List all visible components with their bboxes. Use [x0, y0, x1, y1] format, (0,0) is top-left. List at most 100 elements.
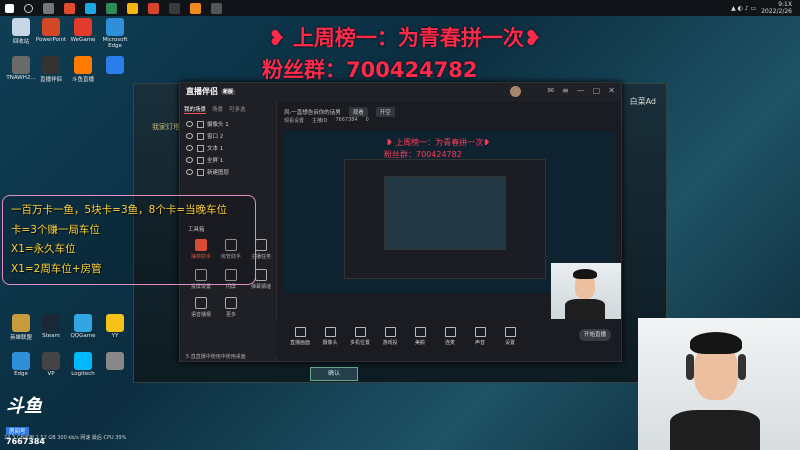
bottom-tool[interactable]: 美颜: [408, 327, 432, 346]
view-pill[interactable]: 观看: [348, 107, 368, 117]
tab-multi[interactable]: 可多选: [229, 105, 246, 114]
tray-icons-icon[interactable]: ▲ ◐ ♪ ▭: [731, 5, 756, 12]
bottom-tool-label: 摄像头: [322, 340, 338, 346]
desktop-icon[interactable]: Edge: [4, 352, 38, 377]
menu-icon[interactable]: ≡: [562, 86, 569, 95]
app-icon-5[interactable]: [148, 2, 159, 14]
app-icon-6[interactable]: [169, 2, 180, 14]
annotation-line-2: 卡=3个赚一局车位: [11, 224, 100, 236]
layer-item[interactable]: 全屏 1: [180, 154, 276, 166]
game-client-title: 我家灯塔: [152, 123, 180, 131]
visibility-icon[interactable]: [186, 133, 193, 139]
desktop-icon[interactable]: PowerPoint: [34, 18, 68, 43]
desktop-app-icon: [74, 18, 92, 36]
layer-label: 窗口 2: [207, 134, 224, 140]
desktop-app-icon: [42, 18, 60, 36]
search-icon[interactable]: [24, 3, 33, 13]
annotation-line-4: X1=2周车位+房管: [11, 263, 102, 275]
app-titlebar: 直播伴侣 新版 ✉ ≡ — ▢ ✕: [180, 83, 621, 101]
visibility-icon[interactable]: [186, 121, 193, 127]
bottom-tool-icon: [474, 327, 486, 337]
minimize-icon[interactable]: —: [577, 86, 585, 95]
visibility-icon[interactable]: [186, 169, 193, 175]
layer-label: 新建图层: [207, 170, 230, 176]
taskview-icon[interactable]: [43, 2, 54, 14]
desktop-icon[interactable]: VP: [34, 352, 68, 377]
tab-scene[interactable]: 场景: [212, 105, 223, 114]
app-icon-1[interactable]: [64, 2, 75, 14]
bottom-tool-icon: [414, 327, 426, 337]
desktop-icon-label: WeGame: [70, 37, 96, 43]
window-controls: ✉ ≡ — ▢ ✕: [547, 86, 615, 95]
avatar[interactable]: [510, 86, 521, 97]
visibility-icon[interactable]: [186, 145, 193, 151]
bottom-tool[interactable]: 摄像头: [318, 327, 342, 346]
desktop-icon[interactable]: Microsoft Edge: [98, 18, 132, 49]
annotation-line-1: 一百万卡一鱼，5块卡=3鱼，8个卡=当晚车位: [11, 204, 228, 216]
tool-item[interactable]: 语音播报: [186, 297, 216, 318]
app-title: 直播伴侣: [186, 87, 218, 96]
layer-item[interactable]: 摄像头 1: [180, 118, 276, 130]
app-icon-8[interactable]: [211, 2, 222, 14]
bottom-tool-icon: [324, 327, 336, 337]
app-icon-7[interactable]: [190, 2, 201, 14]
stream-title[interactable]: 风·一直想告诉你的话男: [284, 108, 341, 116]
desktop-app-icon: [12, 314, 30, 332]
mode-pill[interactable]: 开空: [375, 107, 395, 117]
close-icon[interactable]: ✕: [608, 86, 615, 95]
stream-title-bar: 风·一直想告诉你的话男 观看 开空: [284, 107, 395, 117]
clock[interactable]: 9:1X 2022/2/26: [761, 1, 792, 15]
desktop-icon-label: Microsoft Edge: [102, 37, 128, 49]
tool-item[interactable]: 更多: [216, 297, 246, 318]
app-icon-4[interactable]: [127, 2, 138, 14]
bottom-tool[interactable]: 连麦: [438, 327, 462, 346]
bottom-tool[interactable]: 设置: [498, 327, 522, 346]
mail-icon[interactable]: ✉: [547, 86, 554, 95]
desktop-icon[interactable]: 回收站: [4, 18, 38, 45]
nested-preview-2: [384, 176, 506, 250]
tab-my-scene[interactable]: 我的场景: [184, 105, 207, 114]
view-settings[interactable]: 观看设置: [284, 117, 304, 124]
start-stream-button[interactable]: 开始直播: [579, 329, 611, 341]
start-menu-icon[interactable]: [5, 3, 14, 13]
bottom-tool[interactable]: 直播画面: [288, 327, 312, 346]
desktop-icon[interactable]: [98, 352, 132, 371]
app-icon-2[interactable]: [85, 2, 96, 14]
desktop-icon[interactable]: Logitech: [66, 352, 100, 377]
maximize-icon[interactable]: ▢: [593, 86, 601, 95]
webcam-main: [638, 318, 800, 450]
bottom-tool[interactable]: 声音: [468, 327, 492, 346]
tool-icon: [225, 297, 237, 309]
bottom-tool-label: 连麦: [444, 340, 455, 346]
bottom-tool-label: 设置: [504, 340, 515, 346]
desktop-icon[interactable]: YY: [98, 314, 132, 339]
desktop-icon[interactable]: QQGame: [66, 314, 100, 339]
layer-item[interactable]: 新建图层: [180, 166, 276, 178]
desktop-icon-label: 直播伴侣: [39, 77, 62, 83]
desktop-app-icon: [106, 56, 124, 74]
preview-overlay-line2: 粉丝群：700424782: [384, 150, 462, 159]
desktop-app-icon: [42, 352, 60, 370]
bottom-tool-icon: [504, 327, 516, 337]
layer-type-icon: [197, 120, 204, 128]
layer-type-icon: [197, 168, 204, 176]
visibility-icon[interactable]: [186, 157, 193, 163]
desktop-icon[interactable]: 英雄联盟: [4, 314, 38, 341]
app-icon-3[interactable]: [106, 2, 117, 14]
layer-item[interactable]: 窗口 2: [180, 130, 276, 142]
layer-item[interactable]: 文本 1: [180, 142, 276, 154]
bottom-tool-label: 直播画面: [289, 340, 310, 346]
desktop-icon[interactable]: [98, 56, 132, 75]
desktop-icon[interactable]: 斗鱼直播: [66, 56, 100, 83]
layer-type-icon: [197, 156, 204, 164]
bottom-tool[interactable]: 游戏投: [378, 327, 402, 346]
desktop-icon[interactable]: 直播伴侣: [34, 56, 68, 83]
desktop-icon[interactable]: TNAWH2...: [4, 56, 38, 81]
bottom-tool[interactable]: 多机位置: [348, 327, 372, 346]
desktop-icon[interactable]: Steam: [34, 314, 68, 339]
annotation-line-3: X1=永久车位: [11, 243, 76, 255]
game-confirm-button[interactable]: 确认: [310, 367, 358, 381]
desktop-icon[interactable]: WeGame: [66, 18, 100, 43]
bottom-tool-icon: [354, 327, 366, 337]
desktop-icon-label: Steam: [42, 333, 60, 339]
